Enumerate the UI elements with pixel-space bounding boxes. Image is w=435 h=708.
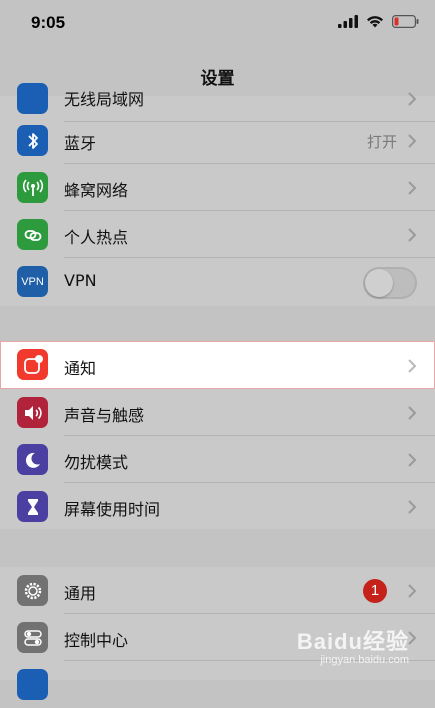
settings-row-wifi[interactable]: 无线局域网 <box>0 75 435 122</box>
chevron-right-icon <box>408 500 417 514</box>
settings-row-sounds[interactable]: 声音与触感 <box>0 389 435 436</box>
settings-row-label: 屏幕使用时间 <box>64 500 161 519</box>
settings-row-label: 蓝牙 <box>64 134 97 153</box>
status-bar: 9:05 <box>0 0 435 50</box>
chevron-right-icon <box>408 406 417 420</box>
settings-row-vpn[interactable]: VPN VPN <box>0 258 435 305</box>
cellular-antenna-icon <box>17 172 48 203</box>
settings-row-display[interactable] <box>0 661 435 708</box>
chevron-right-icon <box>408 453 417 467</box>
moon-icon <box>17 444 48 475</box>
battery-icon <box>392 15 419 28</box>
settings-row-label: 声音与触感 <box>64 406 145 425</box>
settings-row-do-not-disturb[interactable]: 勿扰模式 <box>0 436 435 483</box>
hotspot-link-icon <box>17 219 48 250</box>
toggle-knob <box>365 269 393 297</box>
gear-icon <box>17 575 48 606</box>
notification-badge: 1 <box>363 579 387 603</box>
settings-row-label: 个人热点 <box>64 228 129 247</box>
wifi-setting-icon <box>17 83 48 114</box>
settings-row-label: 蜂窝网络 <box>64 181 129 200</box>
settings-row-value: 打开 <box>366 133 397 151</box>
watermark: Baidu经验 jingyan.baidu.com <box>297 624 409 666</box>
wifi-icon <box>367 16 383 28</box>
vpn-icon-text: VPN <box>21 275 44 288</box>
settings-row-bluetooth[interactable]: 蓝牙 打开 <box>0 117 435 164</box>
settings-group-notifications: 通知 声音与触感 勿扰模式 屏幕使用时间 <box>0 341 435 529</box>
settings-row-label: 无线局域网 <box>64 90 145 109</box>
display-icon <box>17 669 48 700</box>
chevron-right-icon <box>408 181 417 195</box>
settings-row-label: 通用 <box>64 584 97 603</box>
chevron-right-icon <box>408 228 417 242</box>
chevron-right-icon <box>408 359 417 373</box>
toggles-icon <box>17 622 48 653</box>
status-icons <box>338 15 419 28</box>
cellular-signal-icon <box>338 15 358 28</box>
settings-row-general[interactable]: 通用 1 <box>0 567 435 614</box>
settings-row-label: 勿扰模式 <box>64 453 129 472</box>
chevron-right-icon <box>408 134 417 148</box>
bluetooth-icon <box>17 125 48 156</box>
vpn-icon: VPN <box>17 266 48 297</box>
vpn-toggle[interactable] <box>363 267 417 299</box>
settings-row-hotspot[interactable]: 个人热点 <box>0 211 435 258</box>
notifications-icon <box>17 349 48 380</box>
settings-row-cellular[interactable]: 蜂窝网络 <box>0 164 435 211</box>
status-time: 9:05 <box>31 13 66 32</box>
speaker-icon <box>17 397 48 428</box>
hourglass-icon <box>17 491 48 522</box>
chevron-right-icon <box>408 92 417 106</box>
settings-row-label: 控制中心 <box>64 631 129 650</box>
settings-row-notifications[interactable]: 通知 <box>0 341 435 389</box>
settings-group-connectivity: 无线局域网 蓝牙 打开 蜂窝网络 个人热点 VPN VPN <box>0 83 435 306</box>
settings-row-screen-time[interactable]: 屏幕使用时间 <box>0 483 435 530</box>
watermark-main: Baidu经验 <box>296 629 409 654</box>
chevron-right-icon <box>408 584 417 598</box>
settings-row-label: VPN <box>64 271 97 290</box>
settings-row-label: 通知 <box>64 359 97 378</box>
